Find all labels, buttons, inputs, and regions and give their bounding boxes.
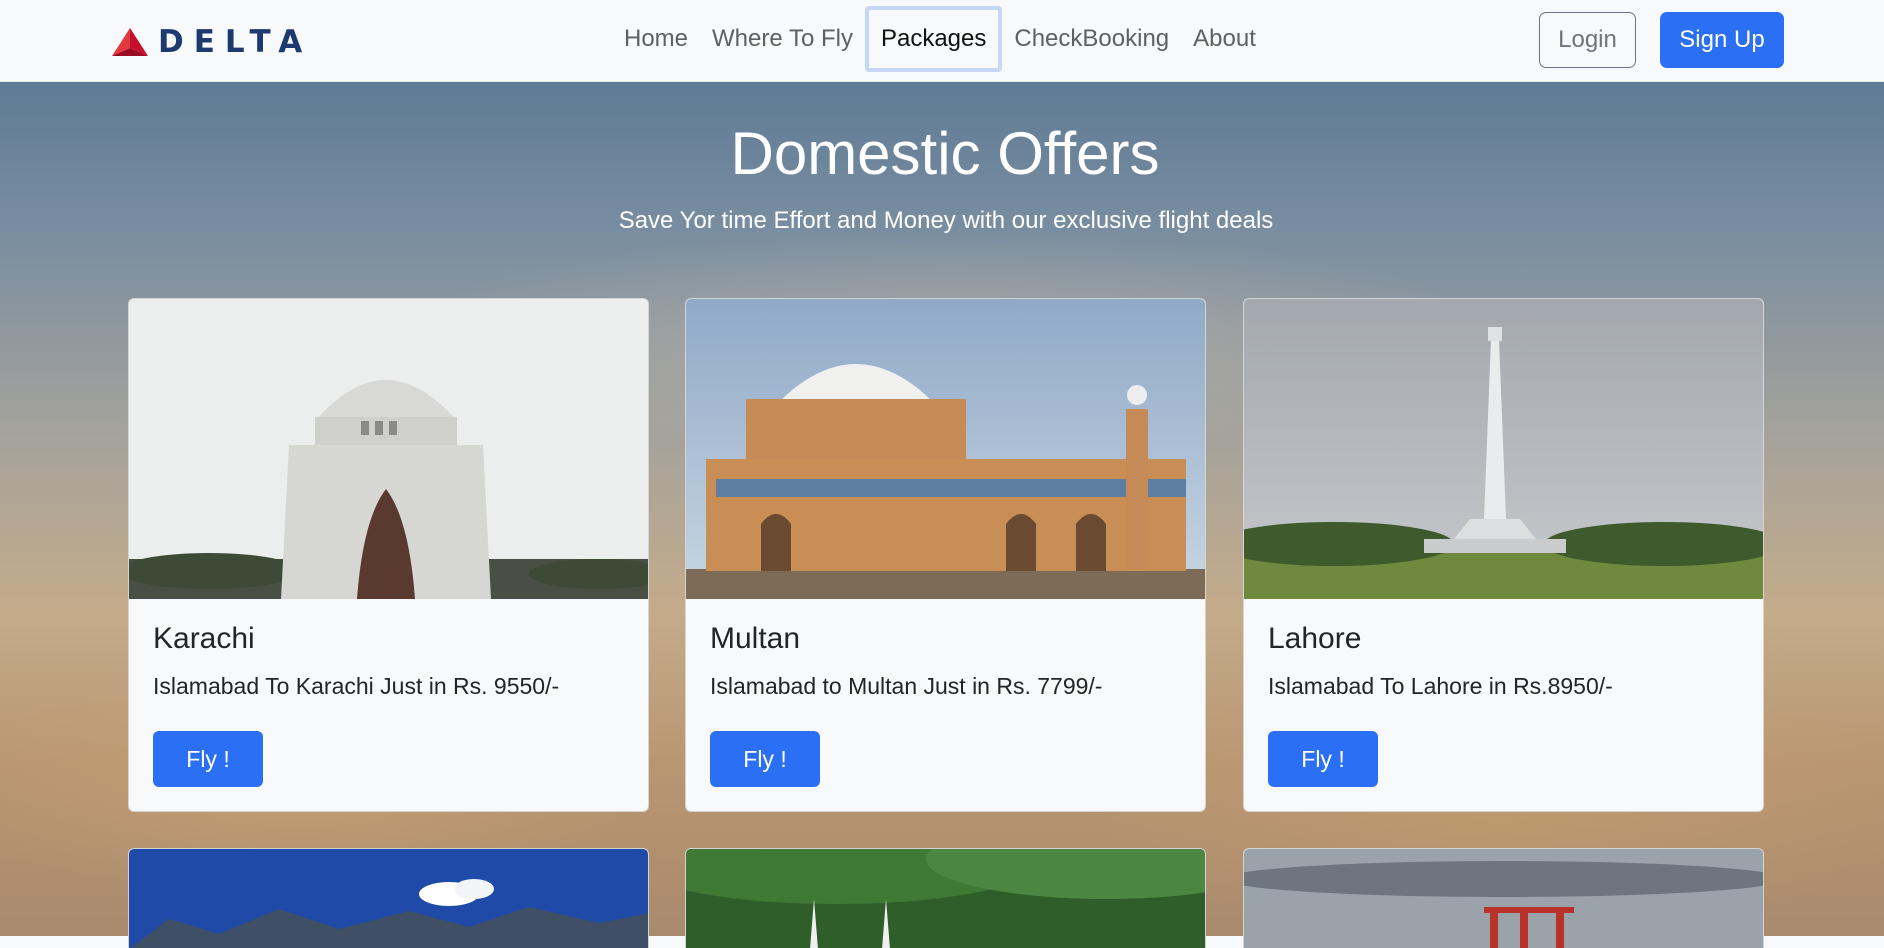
card-title: Lahore	[1268, 622, 1362, 655]
fly-button-multan[interactable]: Fly !	[710, 731, 820, 787]
brand-name: DELTA	[158, 24, 313, 60]
page-subtitle: Save Yor time Effort and Money with our …	[618, 207, 1274, 234]
multan-image	[686, 299, 1205, 599]
nav-link-about[interactable]: About	[1181, 6, 1268, 72]
offer-card-row2-1	[128, 848, 649, 948]
delta-widget-icon	[112, 28, 148, 56]
offer-card-row2-2	[685, 848, 1206, 948]
card-text: Islamabad to Multan Just in Rs. 7799/-	[710, 673, 1103, 699]
offer-card-row2-3	[1243, 848, 1764, 948]
signup-button[interactable]: Sign Up	[1660, 12, 1784, 68]
nav-link-checkbooking[interactable]: CheckBooking	[1002, 6, 1181, 72]
card-title: Karachi	[153, 622, 255, 655]
seaport-image	[1244, 849, 1763, 948]
page-title: Domestic Offers	[730, 120, 1160, 187]
nav-link-home[interactable]: Home	[612, 6, 700, 72]
mountain-image	[129, 849, 648, 948]
navbar: DELTA Home Where To Fly Packages CheckBo…	[0, 0, 1884, 82]
card-text: Islamabad To Lahore in Rs.8950/-	[1268, 673, 1613, 699]
green-hills-image	[686, 849, 1205, 948]
nav-links: Home Where To Fly Packages CheckBooking …	[612, 6, 1268, 72]
card-text: Islamabad To Karachi Just in Rs. 9550/-	[153, 673, 560, 699]
fly-button-karachi[interactable]: Fly !	[153, 731, 263, 787]
login-button[interactable]: Login	[1539, 12, 1636, 68]
offer-card-lahore: Lahore Islamabad To Lahore in Rs.8950/- …	[1243, 298, 1764, 812]
karachi-image	[129, 299, 648, 599]
offer-card-karachi: Karachi Islamabad To Karachi Just in Rs.…	[128, 298, 649, 812]
brand-logo[interactable]: DELTA	[110, 25, 312, 59]
nav-link-packages[interactable]: Packages	[864, 6, 1003, 72]
card-title: Multan	[710, 622, 801, 655]
fly-button-lahore[interactable]: Fly !	[1268, 731, 1378, 787]
offer-card-multan: Multan Islamabad to Multan Just in Rs. 7…	[685, 298, 1206, 812]
lahore-image	[1244, 299, 1763, 599]
nav-link-where-to-fly[interactable]: Where To Fly	[700, 6, 865, 72]
